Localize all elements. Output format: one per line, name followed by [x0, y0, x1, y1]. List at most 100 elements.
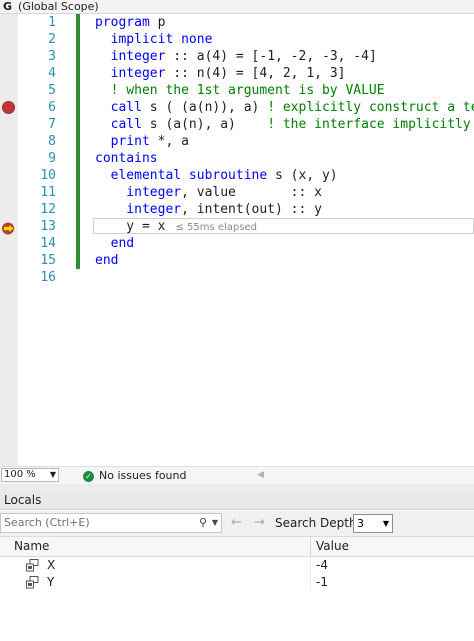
local-name: X: [47, 558, 56, 572]
line-number: 3: [48, 49, 56, 64]
line-number: 6: [48, 100, 56, 115]
perf-tip[interactable]: ≤ 55ms elapsed: [175, 222, 257, 233]
line-number: 4: [48, 66, 56, 81]
line-number: 15: [40, 253, 56, 268]
code-editor[interactable]: 1 program p2 implicit none 3 integer :: a(…: [0, 14, 474, 466]
code-text: y = x ≤ 55ms elapsed: [95, 218, 257, 236]
code-text: program p: [95, 14, 165, 31]
code-line[interactable]: 5 ! when the 1st argument is by VALUE: [0, 82, 474, 99]
code-line[interactable]: 10 elemental subroutine s (x, y): [0, 167, 474, 184]
code-line[interactable]: 1 program p: [0, 14, 474, 31]
code-line[interactable]: 9 contains: [0, 150, 474, 167]
chevron-down-icon: ▼: [382, 519, 389, 528]
locals-row[interactable]: Y -1: [0, 574, 474, 591]
code-token: :: a(4) = [-1, -2, -3, -4]: [165, 49, 377, 64]
code-line[interactable]: 12 integer, intent(out) :: y: [0, 201, 474, 218]
code-line[interactable]: 16: [0, 269, 474, 286]
code-line[interactable]: 15 end: [0, 252, 474, 269]
code-line[interactable]: 11 integer, value :: x: [0, 184, 474, 201]
code-text: print *, a: [95, 133, 189, 150]
code-line[interactable]: 14 end: [0, 235, 474, 252]
local-value[interactable]: -1: [316, 574, 328, 591]
code-token: s ( (a(n)), a): [141, 100, 268, 115]
line-number: 8: [48, 134, 56, 149]
code-line[interactable]: 6 call s ( (a(n)), a) ! explicitly const…: [0, 99, 474, 116]
keyword-token: integer: [95, 49, 166, 64]
column-separator[interactable]: [310, 537, 311, 556]
code-token: s (a(n), a): [141, 117, 268, 132]
code-line[interactable]: 8 print *, a: [0, 133, 474, 150]
code-text: call s ( (a(n)), a) ! explicitly constru…: [95, 99, 474, 116]
locals-toolbar: Search (Ctrl+E) ⚲ ▼ ← → Search Depth: 3 ▼: [0, 511, 474, 537]
chevron-down-icon: ▼: [49, 470, 56, 479]
code-text: ! when the 1st argument is by VALUE: [95, 82, 385, 99]
keyword-token: call: [95, 117, 142, 132]
code-token: s (x, y): [267, 168, 338, 183]
issues-indicator[interactable]: ✓ No issues found: [83, 467, 186, 484]
code-line[interactable]: 3 integer :: a(4) = [-1, -2, -3, -4]: [0, 48, 474, 65]
search-icon[interactable]: ⚲: [199, 514, 207, 532]
search-depth-label: Search Depth:: [275, 516, 361, 530]
local-variable-icon: [26, 559, 39, 572]
line-number: 13: [40, 219, 56, 234]
zoom-select[interactable]: 100 % ▼: [1, 468, 59, 482]
locals-search-input[interactable]: Search (Ctrl+E) ⚲ ▼: [0, 513, 222, 533]
local-value[interactable]: -4: [316, 557, 328, 574]
line-number: 14: [40, 236, 56, 251]
line-number: 12: [40, 202, 56, 217]
code-line[interactable]: 4 integer :: n(4) = [4, 2, 1, 3]: [0, 65, 474, 82]
name-column-header[interactable]: Name: [14, 537, 49, 556]
code-token: :: n(4) = [4, 2, 1, 3]: [165, 66, 346, 81]
code-text: integer :: n(4) = [4, 2, 1, 3]: [95, 65, 346, 82]
keyword-token: integer: [95, 66, 166, 81]
code-line[interactable]: 2 implicit none: [0, 31, 474, 48]
keyword-token: end: [95, 253, 119, 268]
scope-glyph: G: [3, 0, 13, 13]
code-text: integer :: a(4) = [-1, -2, -3, -4]: [95, 48, 377, 65]
comment-token: ! explicitly construct a tem: [267, 100, 474, 115]
issues-text: No issues found: [99, 469, 187, 482]
search-depth-value: 3: [357, 517, 364, 530]
keyword-token: integer: [95, 202, 182, 217]
code-token: y = x: [95, 219, 166, 234]
keyword-token: elemental subroutine: [95, 168, 268, 183]
line-number: 5: [48, 83, 56, 98]
zoom-value: 100 %: [4, 469, 36, 480]
breakpoint-icon[interactable]: [2, 101, 15, 114]
scope-label[interactable]: (Global Scope): [18, 0, 99, 13]
keyword-token: end: [95, 236, 135, 251]
local-variable-icon: [26, 576, 39, 589]
keyword-token: implicit none: [95, 32, 213, 47]
scroll-left-icon[interactable]: ◀: [257, 467, 264, 484]
search-depth-select[interactable]: 3 ▼: [353, 514, 393, 533]
code-text: integer, value :: x: [95, 184, 322, 201]
code-text: contains: [95, 150, 158, 167]
line-number: 16: [40, 270, 56, 285]
code-text: integer, intent(out) :: y: [95, 201, 322, 218]
scope-bar[interactable]: G (Global Scope): [0, 0, 474, 14]
editor-status-bar: 100 % ▼ ✓ No issues found ◀: [0, 466, 474, 484]
code-text: elemental subroutine s (x, y): [95, 167, 338, 184]
line-number: 10: [40, 168, 56, 183]
comment-token: ! when the 1st argument is by VALUE: [95, 83, 385, 98]
search-placeholder: Search (Ctrl+E): [4, 516, 90, 529]
back-arrow-icon[interactable]: ←: [231, 514, 242, 532]
line-number: 11: [40, 185, 56, 200]
code-text: implicit none: [95, 31, 213, 48]
code-line[interactable]: 13 y = x ≤ 55ms elapsed: [0, 218, 474, 235]
forward-arrow-icon[interactable]: →: [254, 514, 265, 532]
line-number: 7: [48, 117, 56, 132]
line-number: 2: [48, 32, 56, 47]
instruction-pointer-icon[interactable]: [1, 220, 17, 235]
code-token: , intent(out) :: y: [181, 202, 322, 217]
local-name: Y: [47, 575, 55, 589]
code-line[interactable]: 7 call s (a(n), a) ! the interface impli…: [0, 116, 474, 133]
code-text: call s (a(n), a) ! the interface implici…: [95, 116, 474, 133]
search-options-icon[interactable]: ▼: [212, 514, 218, 532]
keyword-token: contains: [95, 151, 158, 166]
column-separator: [310, 574, 311, 591]
locals-row[interactable]: X -4: [0, 557, 474, 574]
line-number: 1: [48, 15, 56, 30]
value-column-header[interactable]: Value: [316, 537, 349, 556]
keyword-token: integer: [95, 185, 182, 200]
